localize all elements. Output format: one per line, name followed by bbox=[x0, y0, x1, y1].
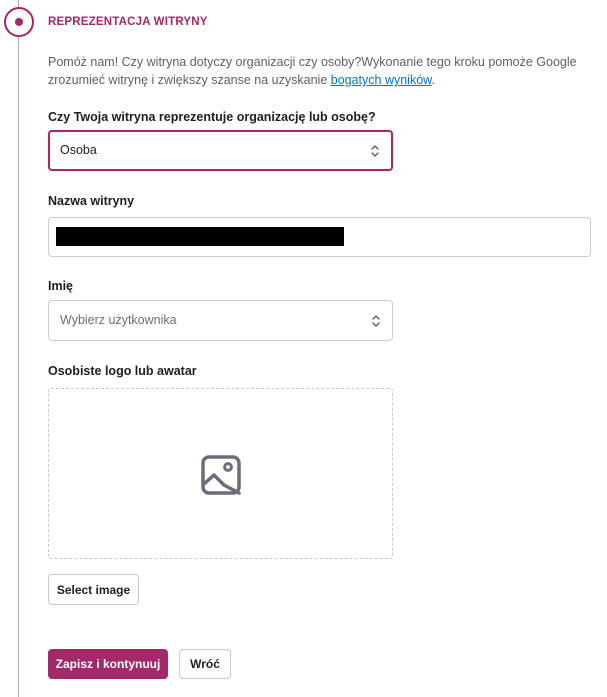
redacted-site-name bbox=[56, 227, 344, 246]
chevron-up-down-icon bbox=[372, 314, 380, 327]
step-active-icon bbox=[4, 7, 34, 37]
site-name-label: Nazwa witryny bbox=[48, 194, 135, 208]
step-title: REPREZENTACJA WITRYNY bbox=[48, 16, 208, 28]
rich-results-link[interactable]: bogatych wyników bbox=[331, 73, 432, 87]
user-select[interactable]: Wybierz użytkownika bbox=[48, 300, 393, 341]
site-name-input[interactable] bbox=[48, 217, 591, 257]
step-dot bbox=[15, 18, 23, 26]
chevron-up-down-icon bbox=[371, 144, 379, 157]
back-button[interactable]: Wróć bbox=[179, 649, 231, 679]
intro-text: Pomóż nam! Czy witryna dotyczy organizac… bbox=[48, 55, 577, 87]
step-intro: Pomóż nam! Czy witryna dotyczy organizac… bbox=[48, 53, 588, 89]
save-continue-button[interactable]: Zapisz i kontynuuj bbox=[48, 649, 168, 679]
logo-label: Osobiste logo lub awatar bbox=[48, 364, 197, 378]
logo-dropzone[interactable] bbox=[48, 388, 393, 559]
image-placeholder-icon bbox=[201, 455, 241, 495]
name-label: Imię bbox=[48, 279, 74, 293]
representation-label: Czy Twoja witryna reprezentuje organizac… bbox=[48, 110, 376, 124]
intro-end: . bbox=[431, 73, 435, 87]
timeline-line bbox=[18, 0, 19, 697]
select-image-button[interactable]: Select image bbox=[48, 574, 139, 605]
representation-value: Osoba bbox=[60, 143, 97, 157]
representation-select[interactable]: Osoba bbox=[48, 130, 393, 171]
user-select-placeholder: Wybierz użytkownika bbox=[60, 313, 177, 327]
